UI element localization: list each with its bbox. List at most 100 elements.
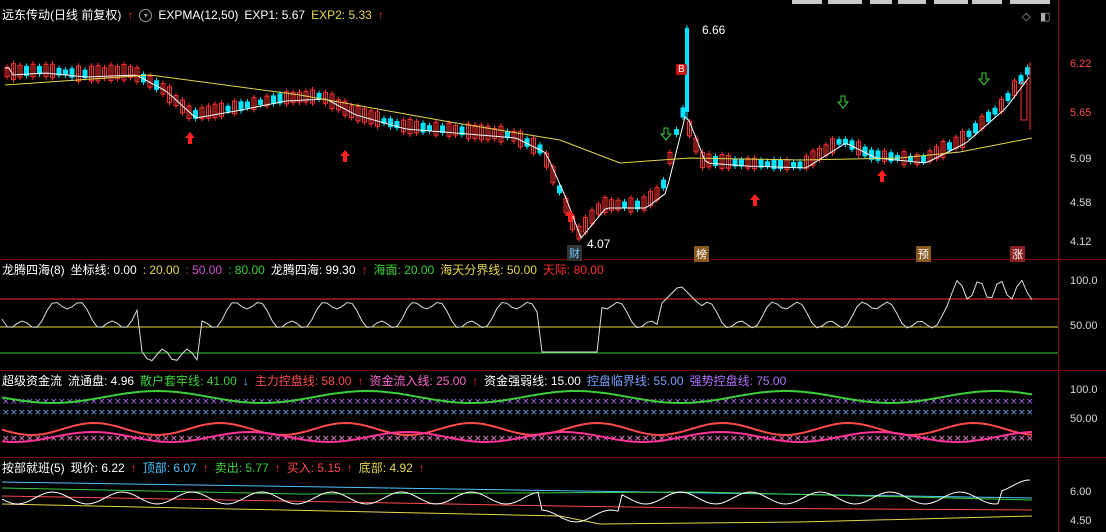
x-mark: × (578, 397, 586, 407)
longteng-chart[interactable] (0, 260, 1058, 370)
panel4-axis: 6.00 (1070, 486, 1092, 498)
candle-body (1025, 67, 1030, 75)
x-mark: × (482, 408, 490, 418)
x-mark: × (266, 408, 274, 418)
x-mark: × (330, 408, 338, 418)
candle-body (622, 201, 627, 209)
low-price-label: 4.07 (587, 237, 611, 251)
x-mark: × (834, 434, 842, 444)
panel2-axis: 100.0 (1070, 275, 1098, 287)
x-mark: × (50, 408, 58, 418)
sell-arrow-icon (659, 127, 673, 141)
x-mark: × (762, 408, 770, 418)
candle-body (63, 69, 68, 76)
x-mark: × (506, 408, 514, 418)
x-mark: × (594, 408, 602, 418)
x-mark: × (162, 408, 170, 418)
buy-arrow-icon (340, 150, 350, 162)
x-mark: × (706, 434, 714, 444)
x-mark: × (250, 408, 258, 418)
x-mark: × (170, 397, 178, 407)
x-mark: × (586, 408, 594, 418)
x-mark: × (202, 408, 210, 418)
x-mark: × (882, 434, 890, 444)
x-mark: × (538, 408, 546, 418)
x-mark: × (106, 408, 114, 418)
buy-signal-tag[interactable]: B (676, 64, 687, 75)
x-mark: × (618, 408, 626, 418)
candle-body (986, 111, 991, 122)
x-mark: × (578, 408, 586, 418)
x-mark: × (466, 434, 474, 444)
candle-body (680, 107, 686, 118)
candle-body (258, 99, 263, 105)
candle-body (37, 65, 42, 75)
anbujiuban-chart[interactable] (0, 458, 1058, 532)
x-mark: × (602, 408, 610, 418)
candle-body (427, 125, 432, 132)
x-mark: × (330, 397, 338, 407)
x-mark: × (418, 408, 426, 418)
x-mark: × (178, 408, 186, 418)
x-mark: × (290, 397, 298, 407)
x-mark: × (994, 397, 1002, 407)
x-mark: × (554, 434, 562, 444)
x-mark: × (130, 434, 138, 444)
x-mark: × (250, 434, 258, 444)
panel2-axis: 50.00 (1070, 320, 1098, 332)
candle-body (225, 105, 231, 112)
x-mark: × (818, 397, 826, 407)
axis-divider (1058, 0, 1059, 532)
buy-arrow-icon (185, 132, 195, 144)
x-mark: × (410, 408, 418, 418)
panel3-axis: 50.00 (1070, 413, 1098, 425)
sell-arrow-icon (836, 95, 850, 109)
x-mark: × (82, 408, 90, 418)
candle-body (1020, 81, 1028, 121)
x-mark: × (594, 397, 602, 407)
high-price-label: 6.66 (702, 23, 726, 37)
x-mark: × (554, 397, 562, 407)
x-mark: × (194, 397, 202, 407)
x-mark: × (810, 434, 818, 444)
candlestick-chart[interactable] (0, 0, 1058, 259)
x-mark: × (786, 397, 794, 407)
cai-marker[interactable]: 财 (567, 245, 582, 261)
x-mark: × (962, 408, 970, 418)
x-mark: × (290, 408, 298, 418)
x-mark: × (498, 434, 506, 444)
x-mark: × (242, 408, 250, 418)
x-mark: × (794, 397, 802, 407)
candle-body (921, 155, 926, 163)
x-mark: × (586, 397, 594, 407)
x-mark: × (186, 434, 194, 444)
x-mark: × (90, 434, 98, 444)
x-mark: × (1010, 397, 1018, 407)
candle-body (797, 161, 803, 169)
x-mark: × (202, 397, 210, 407)
x-mark: × (10, 408, 18, 418)
x-mark: × (986, 408, 994, 418)
x-mark: × (98, 408, 106, 418)
x-mark: × (490, 408, 498, 418)
x-mark: × (666, 408, 674, 418)
x-mark: × (682, 408, 690, 418)
x-mark: × (386, 397, 394, 407)
x-mark: × (874, 408, 882, 418)
x-mark: × (402, 408, 410, 418)
sell-arrow-icon (977, 72, 991, 86)
x-mark: × (618, 397, 626, 407)
x-mark: × (282, 408, 290, 418)
x-mark: × (746, 408, 754, 418)
x-mark: × (266, 434, 274, 444)
x-mark: × (562, 397, 570, 407)
x-mark: × (570, 408, 578, 418)
x-mark: × (522, 397, 530, 407)
x-mark: × (1002, 408, 1010, 418)
x-mark: × (74, 408, 82, 418)
x-mark: × (570, 434, 578, 444)
x-mark: × (730, 408, 738, 418)
zijinliu-chart[interactable]: × × × × × × × × × × × × × × × × × × × × × × × × × × × × × × × × × × × × × × × ×… (0, 371, 1058, 458)
x-mark: × (418, 434, 426, 444)
x-mark: × (194, 408, 202, 418)
